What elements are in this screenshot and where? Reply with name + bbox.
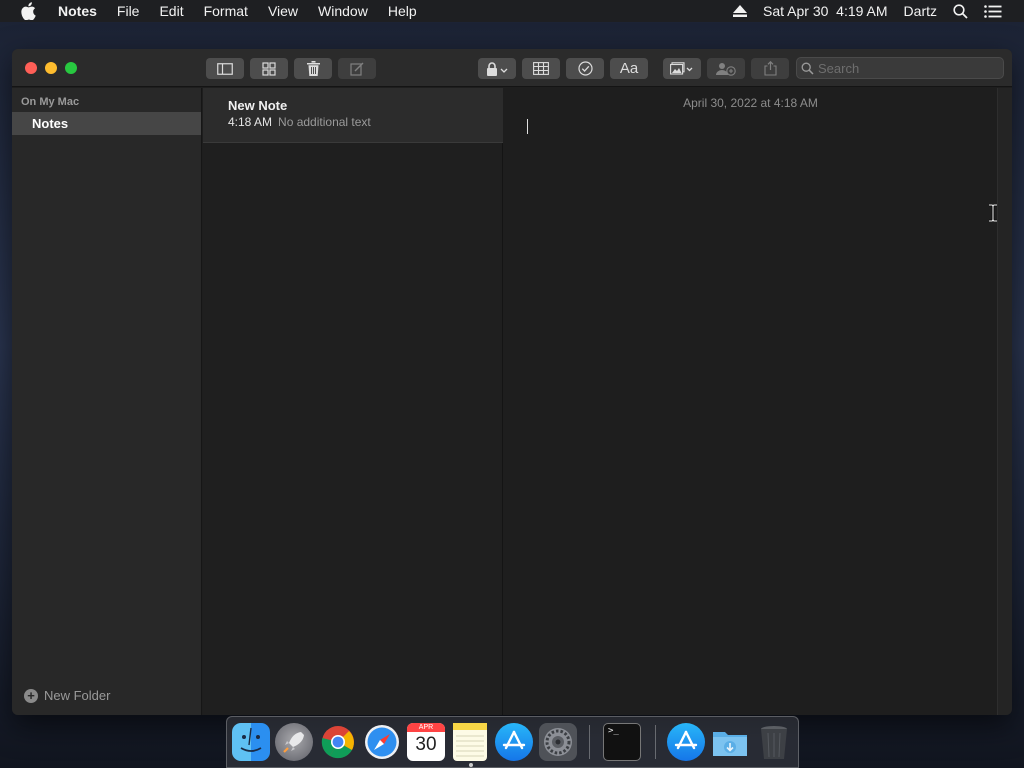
menu-app-name[interactable]: Notes [48, 0, 107, 22]
new-folder-button[interactable]: + New Folder [24, 688, 110, 703]
note-preview: No additional text [278, 115, 371, 129]
table-button[interactable] [522, 58, 560, 79]
note-date: April 30, 2022 at 4:18 AM [683, 96, 818, 110]
dock-separator [589, 725, 590, 759]
menu-view[interactable]: View [258, 0, 308, 22]
note-time: 4:18 AM [228, 115, 273, 129]
dock: APR 30 >_ [226, 716, 799, 768]
table-icon [533, 62, 549, 75]
gallery-view-button[interactable] [250, 58, 288, 79]
search-icon [801, 62, 814, 75]
gear-icon [544, 728, 572, 756]
safari-compass-icon [365, 725, 399, 759]
eject-icon[interactable] [725, 5, 755, 17]
sidebar-item-notes[interactable]: Notes [12, 112, 201, 135]
notes-window: Aa On My Mac Notes + New Folder New Note… [12, 49, 1012, 715]
dock-calendar[interactable]: APR 30 [407, 723, 445, 761]
terminal-prompt: >_ [608, 726, 619, 736]
add-icon: + [24, 688, 38, 703]
share-icon [763, 61, 777, 76]
note-title: New Note [228, 98, 288, 113]
collaborate-button[interactable] [707, 58, 745, 79]
dock-notes[interactable] [453, 723, 487, 761]
trash-can-icon [761, 726, 787, 759]
apple-logo-icon[interactable] [20, 2, 38, 21]
delete-note-button[interactable] [294, 58, 332, 79]
checklist-button[interactable] [566, 58, 604, 79]
toolbar: Aa [12, 49, 1012, 87]
ibeam-cursor-icon [989, 204, 997, 222]
dock-chrome[interactable] [319, 723, 357, 761]
lock-note-button[interactable] [478, 58, 516, 79]
media-button[interactable] [663, 58, 701, 79]
dock-separator [655, 725, 656, 759]
calendar-day: 30 [415, 734, 437, 755]
dock-launchpad[interactable] [275, 723, 313, 761]
compose-icon [350, 62, 364, 76]
sidebar-toggle-icon [217, 62, 233, 75]
compose-button[interactable] [338, 58, 376, 79]
editor-scrollbar[interactable] [997, 88, 1012, 715]
media-icon [670, 62, 693, 75]
chrome-icon [321, 726, 354, 759]
checklist-icon [577, 61, 593, 76]
note-editor[interactable]: April 30, 2022 at 4:18 AM [504, 88, 997, 715]
search-field[interactable] [796, 57, 1004, 79]
collaborate-icon [716, 62, 736, 76]
sidebar-toggle-button[interactable] [206, 58, 244, 79]
spotlight-search-icon[interactable] [945, 3, 976, 19]
new-folder-label: New Folder [44, 688, 111, 703]
note-list-item[interactable]: New Note 4:18 AM No additional text [203, 88, 503, 143]
dock-trash[interactable] [755, 723, 793, 761]
text-caret [527, 119, 528, 134]
zoom-button[interactable] [65, 62, 77, 74]
app-store-icon [674, 730, 698, 750]
search-input[interactable] [818, 60, 998, 76]
lock-icon [487, 61, 508, 76]
menu-window[interactable]: Window [308, 0, 378, 22]
dock-terminal[interactable]: >_ [603, 723, 641, 761]
trash-icon [306, 61, 320, 76]
dock-system-preferences[interactable] [539, 723, 577, 761]
menu-clock[interactable]: Sat Apr 30 4:19 AM [755, 0, 896, 22]
notes-app-icon [453, 723, 487, 757]
share-button[interactable] [751, 58, 789, 79]
sidebar-section-title: On My Mac [21, 96, 80, 108]
dock-downloads-folder[interactable] [711, 723, 749, 761]
gallery-view-icon [262, 61, 276, 76]
rocket-icon [283, 732, 304, 753]
dock-app-store-stack[interactable] [667, 723, 705, 761]
menu-user[interactable]: Dartz [896, 0, 945, 22]
dock-app-store[interactable] [495, 723, 533, 761]
downloads-folder-icon [713, 732, 747, 756]
menu-help[interactable]: Help [378, 0, 427, 22]
format-text-button[interactable]: Aa [610, 58, 648, 79]
close-button[interactable] [25, 62, 37, 74]
minimize-button[interactable] [45, 62, 57, 74]
finder-icon [240, 727, 262, 752]
note-meta: 4:18 AM No additional text [228, 115, 371, 129]
notification-center-icon[interactable] [976, 4, 1024, 18]
note-list: New Note 4:18 AM No additional text [203, 88, 503, 715]
running-indicator-notes [469, 763, 473, 767]
menu-edit[interactable]: Edit [149, 0, 193, 22]
app-store-icon [502, 730, 526, 750]
dock-safari[interactable] [363, 723, 401, 761]
calendar-month: APR [407, 723, 445, 732]
folders-sidebar: On My Mac Notes + New Folder [12, 88, 202, 715]
menu-format[interactable]: Format [194, 0, 258, 22]
format-text-icon: Aa [619, 60, 639, 77]
dock-finder[interactable] [232, 723, 270, 761]
menu-file[interactable]: File [107, 0, 150, 22]
menu-bar: Notes File Edit Format View Window Help … [0, 0, 1024, 22]
